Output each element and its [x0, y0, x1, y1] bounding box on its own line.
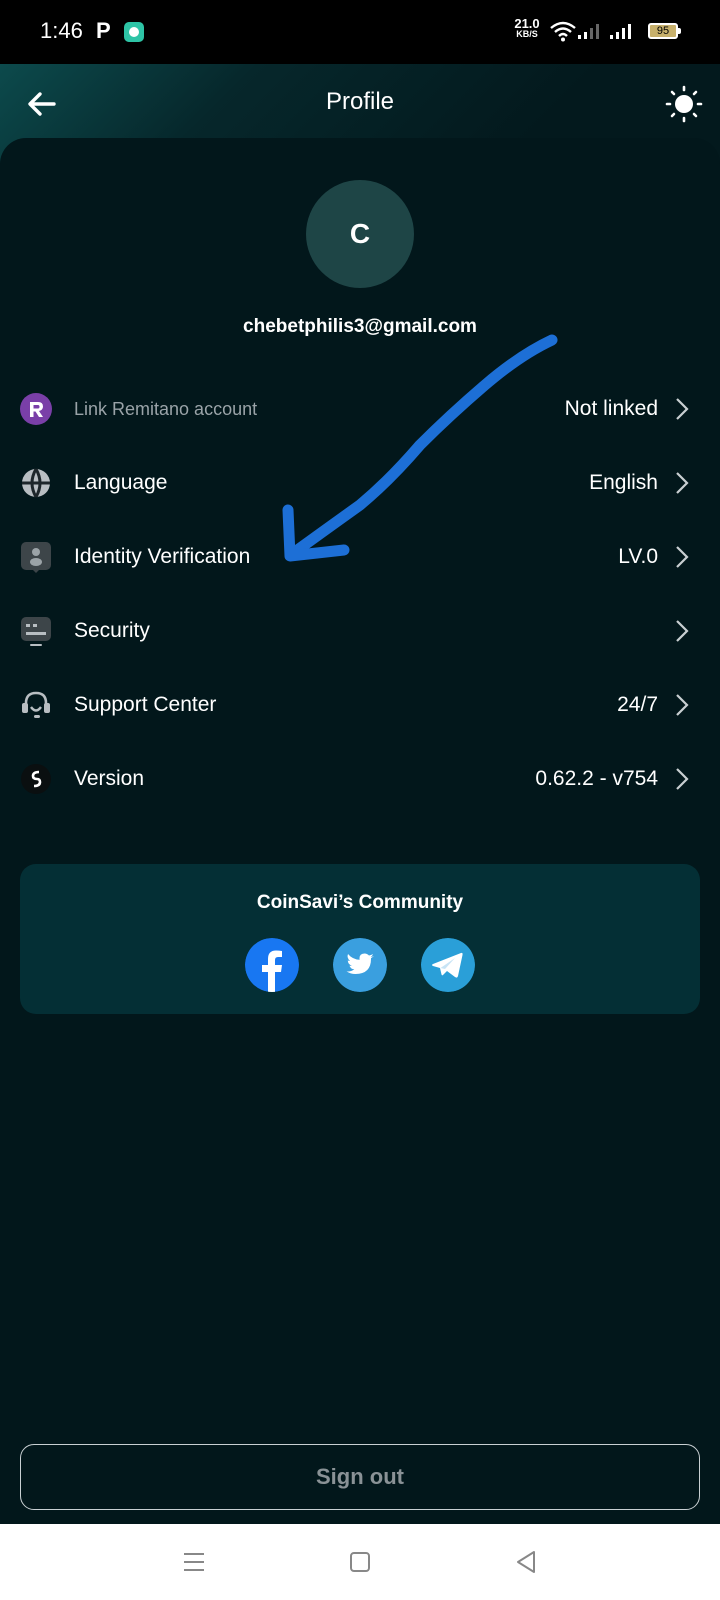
- wifi-icon: [550, 21, 576, 42]
- menu-item-language[interactable]: Language English: [0, 446, 720, 520]
- system-nav-bar: [0, 1524, 720, 1600]
- community-card: CoinSavi’s Community: [20, 864, 700, 1014]
- menu-label: Link Remitano account: [74, 399, 258, 419]
- menu-value: 0.62.2 - v754: [535, 767, 658, 790]
- menu-value: 24/7: [617, 693, 658, 716]
- telegram-icon[interactable]: [421, 938, 475, 992]
- globe-icon: [22, 468, 50, 498]
- network-speed-value: 21.0: [514, 16, 540, 31]
- user-email: chebetphilis3@gmail.com: [243, 316, 477, 337]
- signal-icon: [578, 24, 599, 39]
- menu-label: Identity Verification: [74, 545, 251, 568]
- menu-item-version[interactable]: Version 0.62.2 - v754: [0, 742, 720, 816]
- home-square-icon[interactable]: [344, 1546, 376, 1578]
- headset-icon: [22, 691, 50, 718]
- sun-icon[interactable]: [664, 84, 704, 124]
- signal-icon: [610, 24, 631, 39]
- menu-item-support-center[interactable]: Support Center 24/7: [0, 668, 720, 742]
- twitter-icon[interactable]: [333, 938, 387, 992]
- sign-out-button[interactable]: Sign out: [20, 1444, 700, 1510]
- chat-app-icon: [124, 22, 144, 42]
- chevron-right-icon: [676, 472, 689, 494]
- menu-item-security[interactable]: Security: [0, 594, 720, 668]
- chevron-right-icon: [676, 620, 689, 642]
- coinsavi-icon: [21, 764, 51, 794]
- menu-label: Version: [74, 767, 145, 790]
- security-icon: [21, 617, 51, 646]
- network-speed: 21.0 KB/S: [512, 16, 542, 40]
- menu-label: Language: [74, 471, 168, 494]
- network-speed-unit: KB/S: [516, 29, 538, 39]
- community-title: CoinSavi’s Community: [256, 892, 464, 913]
- remitano-icon: [20, 393, 52, 425]
- menu-label: Security: [74, 619, 150, 642]
- back-triangle-icon[interactable]: [510, 1546, 542, 1578]
- battery-icon: 95: [648, 23, 681, 39]
- menu-item-link-remitano[interactable]: Link Remitano account Not linked: [0, 372, 720, 446]
- menu-value: English: [589, 471, 658, 494]
- chevron-right-icon: [676, 546, 689, 568]
- menu-value: Not linked: [564, 397, 658, 420]
- profile-content: C chebetphilis3@gmail.com Link Remitano …: [0, 138, 720, 1500]
- chevron-right-icon: [676, 768, 689, 790]
- status-time: 1:46: [40, 18, 83, 43]
- menu-item-identity-verification[interactable]: Identity Verification LV.0: [0, 520, 720, 594]
- p-app-icon: P: [96, 18, 111, 43]
- avatar: C: [306, 180, 414, 288]
- id-badge-icon: [21, 542, 51, 573]
- menu-icon[interactable]: [178, 1546, 210, 1578]
- status-bar: 1:46 P 21.0 KB/S 95: [0, 0, 720, 64]
- chevron-right-icon: [676, 694, 689, 716]
- menu-label: Support Center: [74, 693, 217, 716]
- facebook-icon[interactable]: [245, 938, 299, 992]
- chevron-right-icon: [676, 398, 689, 420]
- page-title: Profile: [325, 88, 395, 115]
- menu-value: LV.0: [618, 545, 658, 568]
